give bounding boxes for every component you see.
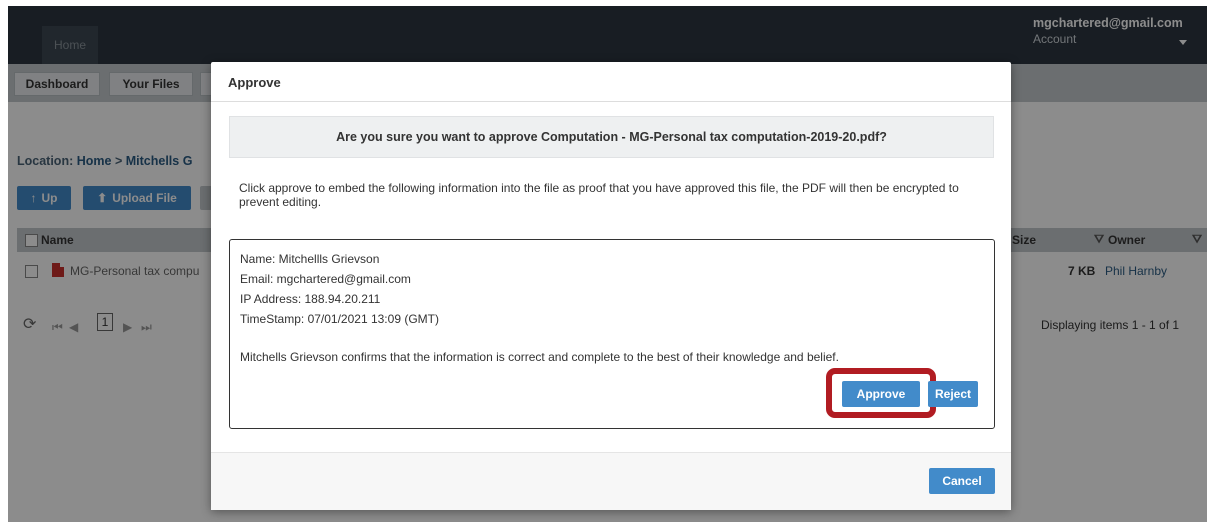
info-ip-address: IP Address: 188.94.20.211 bbox=[240, 292, 381, 306]
dialog-title: Approve bbox=[228, 75, 281, 90]
approve-dialog: Approve Are you sure you want to approve… bbox=[211, 62, 1011, 510]
dialog-footer: Cancel bbox=[211, 452, 1011, 510]
dialog-description: Click approve to embed the following inf… bbox=[239, 181, 959, 209]
confirm-message: Are you sure you want to approve Computa… bbox=[229, 116, 994, 158]
info-timestamp: TimeStamp: 07/01/2021 13:09 (GMT) bbox=[240, 312, 439, 326]
dialog-header: Approve bbox=[211, 62, 1011, 102]
reject-button[interactable]: Reject bbox=[928, 381, 978, 407]
info-email: Email: mgchartered@gmail.com bbox=[240, 272, 411, 286]
approve-button[interactable]: Approve bbox=[842, 381, 920, 407]
cancel-button[interactable]: Cancel bbox=[929, 468, 995, 494]
info-name: Name: Mitchellls Grievson bbox=[240, 252, 380, 266]
info-confirmation: Mitchells Grievson confirms that the inf… bbox=[240, 350, 839, 364]
approval-info-box: Name: Mitchellls Grievson Email: mgchart… bbox=[229, 239, 995, 429]
